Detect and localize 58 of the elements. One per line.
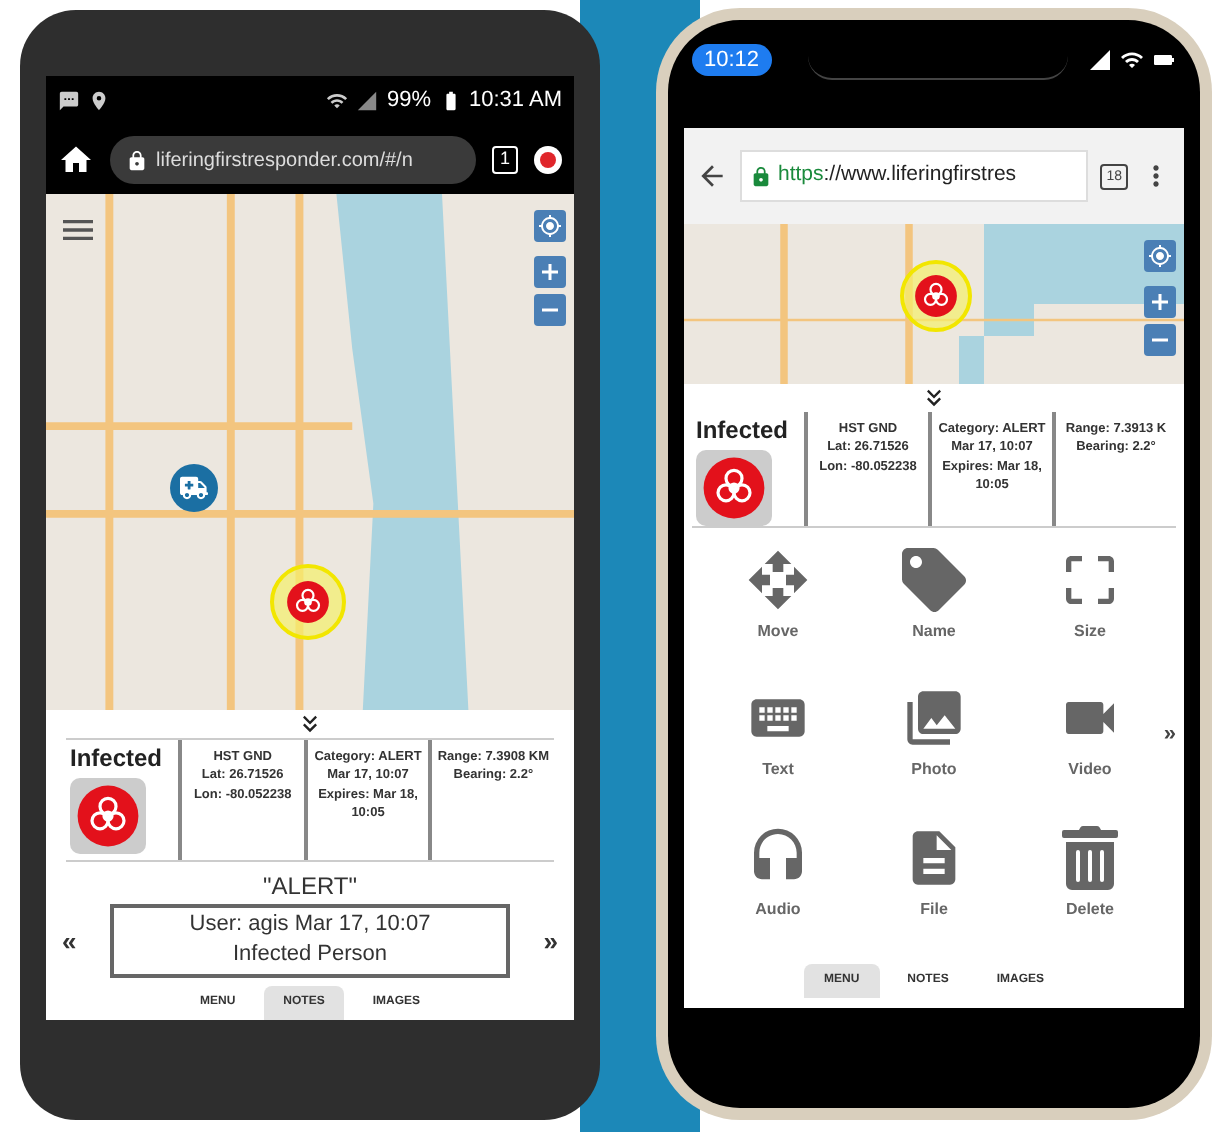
- alert-marker[interactable]: [270, 564, 346, 640]
- previous-button[interactable]: «: [62, 921, 77, 961]
- menu-item[interactable]: Size: [1012, 548, 1168, 687]
- biohazard-icon: [914, 274, 958, 318]
- wifi-icon: [1120, 48, 1144, 72]
- note-title: "ALERT": [263, 870, 357, 904]
- lock-icon: [750, 165, 772, 187]
- clock: 10:31 AM: [469, 86, 562, 117]
- url-text: https://www.liferingfirstres: [778, 160, 1017, 191]
- locate-button[interactable]: [534, 210, 566, 242]
- images-icon: [902, 686, 966, 751]
- message-icon: [58, 90, 80, 112]
- target-icon: [1148, 244, 1172, 268]
- tab-count[interactable]: 1: [491, 146, 518, 174]
- note-text: Infected Person: [232, 940, 388, 971]
- menu-item[interactable]: File: [856, 825, 1012, 964]
- clock: 10:12: [692, 44, 772, 76]
- menu-item[interactable]: Move: [700, 548, 856, 687]
- address-field[interactable]: liferingfirstresponder.com/#/n: [110, 136, 476, 184]
- url-text: liferingfirstresponder.com/#/n: [156, 147, 413, 175]
- plus-icon: [542, 264, 558, 280]
- tag-icon: [902, 548, 966, 612]
- plus-icon: [1152, 294, 1168, 310]
- menu-item[interactable]: Name: [856, 548, 1012, 687]
- lock-icon: [126, 149, 148, 171]
- locate-button[interactable]: [1144, 240, 1176, 272]
- record-icon[interactable]: [534, 146, 562, 174]
- ambulance-icon: [180, 474, 208, 502]
- zoom-in-button[interactable]: [1144, 286, 1176, 318]
- trash-icon: [1058, 825, 1122, 890]
- menu-item[interactable]: Delete: [1012, 825, 1168, 964]
- menu-item[interactable]: Text: [700, 686, 856, 826]
- alert-marker[interactable]: [900, 260, 972, 332]
- minus-icon: [542, 308, 558, 312]
- menu-item[interactable]: Photo: [856, 686, 1012, 826]
- zoom-out-button[interactable]: [534, 294, 566, 326]
- marker-title: Infected: [696, 416, 789, 446]
- signal-icon: [356, 90, 379, 112]
- ambulance-marker[interactable]: [170, 464, 218, 512]
- wifi-icon: [326, 90, 349, 112]
- more-button[interactable]: »: [1163, 718, 1176, 751]
- note-text: User: agis Mar 17, 10:07: [189, 910, 431, 940]
- zoom-in-button[interactable]: [534, 256, 566, 288]
- menu-item[interactable]: Video: [1012, 686, 1168, 826]
- target-icon: [538, 214, 562, 238]
- marker-title: Infected: [70, 744, 163, 774]
- back-icon[interactable]: [696, 160, 728, 192]
- next-button[interactable]: »: [543, 921, 558, 961]
- four-arrows-icon: [746, 548, 810, 612]
- signal-icon: [1088, 48, 1112, 72]
- address-field[interactable]: https://www.liferingfirstres: [740, 150, 1089, 202]
- menu-item[interactable]: Audio: [700, 825, 856, 964]
- minus-icon: [1152, 338, 1168, 342]
- zoom-out-button[interactable]: [1144, 324, 1176, 356]
- battery-percent: 99%: [386, 86, 432, 117]
- location-icon: [88, 90, 110, 112]
- home-icon[interactable]: [58, 142, 94, 178]
- biohazard-icon: [286, 580, 330, 624]
